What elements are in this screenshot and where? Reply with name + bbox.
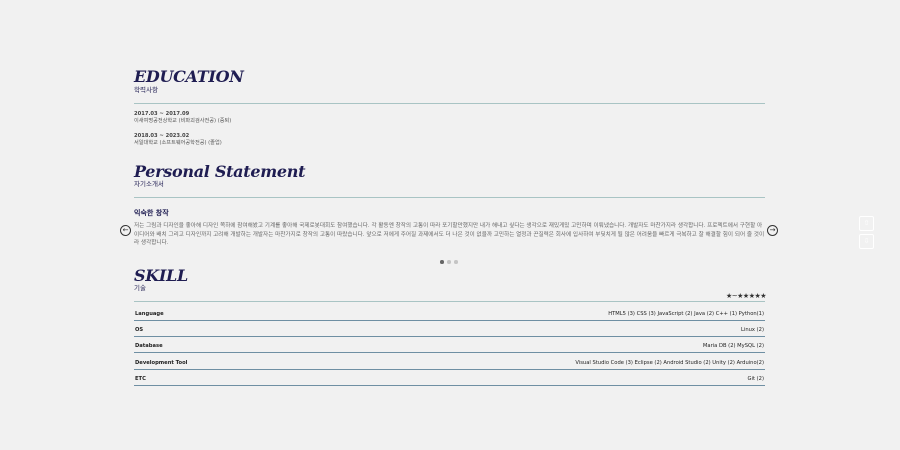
arrow-down-icon: ⇩ <box>863 237 870 245</box>
skill-divider <box>134 301 765 302</box>
skill-value: Git (2) <box>747 376 765 382</box>
skill-value: Visual Studio Code (3) Eclipse (2) Andro… <box>575 360 764 366</box>
skill-value: Maria DB (2) MySQL (2) <box>702 343 764 349</box>
arrow-left-icon: ← <box>122 226 129 234</box>
skill-category: OS <box>135 327 144 333</box>
skill-value: HTML5 (3) CSS (3) JavaScript (2) Java (2… <box>608 311 764 317</box>
skill-row: Language HTML5 (3) CSS (3) JavaScript (2… <box>134 306 765 321</box>
skill-row: ETC Git (2) <box>134 371 765 386</box>
education-entry: 2017.03 ~ 2017.09 이새여명공전상학교 (비파괴검사전공) (중… <box>134 111 231 125</box>
slide-dot-1[interactable] <box>440 260 444 264</box>
education-title: EDUCATION <box>134 67 244 86</box>
skill-category: Development Tool <box>135 360 188 366</box>
slide-heading: 익숙한 창작 <box>134 209 169 217</box>
slide-dot-2[interactable] <box>447 260 451 264</box>
education-school: 서일대학교 (소프트웨어공학전공) (졸업) <box>134 140 222 146</box>
arrow-right-icon: → <box>769 226 776 234</box>
slide-dot-3[interactable] <box>454 260 458 264</box>
skill-rating-legend: ★~★★★★★ <box>726 292 767 300</box>
skill-title: SKILL <box>134 266 188 285</box>
skill-row: Development Tool Visual Studio Code (3) … <box>134 355 765 370</box>
education-school: 이새여명공전상학교 (비파괴검사전공) (중퇴) <box>134 118 232 124</box>
scroll-up-button[interactable]: ⇧ <box>859 216 874 231</box>
education-subtitle: 학력사항 <box>134 86 158 94</box>
education-divider <box>134 103 765 104</box>
skill-category: ETC <box>135 376 146 382</box>
education-period: 2017.03 ~ 2017.09 <box>134 111 190 117</box>
statement-divider <box>134 197 765 198</box>
prev-slide-button[interactable]: ← <box>120 225 131 236</box>
skill-subtitle: 기술 <box>134 284 146 292</box>
skill-row: Database Maria DB (2) MySQL (2) <box>134 338 765 353</box>
arrow-up-icon: ⇧ <box>863 219 870 227</box>
statement-title: Personal Statement <box>134 162 306 181</box>
education-period: 2018.03 ~ 2023.02 <box>134 133 190 139</box>
skill-category: Database <box>135 343 163 349</box>
education-entry: 2018.03 ~ 2023.02 서일대학교 (소프트웨어공학전공) (졸업) <box>134 133 222 147</box>
skill-row: OS Linux (2) <box>134 322 765 337</box>
skill-category: Language <box>135 311 164 317</box>
next-slide-button[interactable]: → <box>767 225 778 236</box>
statement-subtitle: 자기소개서 <box>134 180 164 188</box>
slide-text: 저는 그림과 디자인을 좋아해 디자인 쪽하에 참여해봤고 기계를 좋아해 국제… <box>134 223 765 247</box>
skill-value: Linux (2) <box>741 327 764 333</box>
scroll-down-button[interactable]: ⇩ <box>859 234 874 249</box>
